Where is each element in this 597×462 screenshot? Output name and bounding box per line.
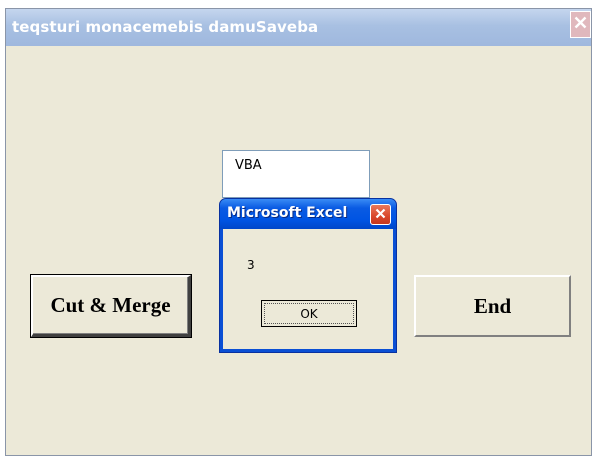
text-field[interactable]: VBA [222, 150, 370, 198]
message-text: 3 [247, 258, 255, 272]
close-icon [574, 16, 587, 34]
cut-merge-button[interactable]: Cut & Merge [30, 274, 192, 338]
message-box-close-button[interactable] [370, 204, 391, 225]
window-close-button[interactable] [570, 11, 591, 38]
ok-button[interactable]: OK [261, 300, 357, 327]
close-icon [375, 206, 386, 224]
window-titlebar[interactable]: teqsturi monacemebis damuSaveba [6, 9, 591, 46]
message-box-titlebar[interactable]: Microsoft Excel [220, 199, 396, 229]
message-box-title: Microsoft Excel [227, 205, 348, 221]
message-box-body: 3 OK [223, 229, 393, 349]
window-title: teqsturi monacemebis damuSaveba [12, 18, 319, 36]
message-box: Microsoft Excel 3 OK [219, 198, 397, 353]
end-button[interactable]: End [414, 275, 571, 337]
focus-rectangle [264, 303, 354, 324]
